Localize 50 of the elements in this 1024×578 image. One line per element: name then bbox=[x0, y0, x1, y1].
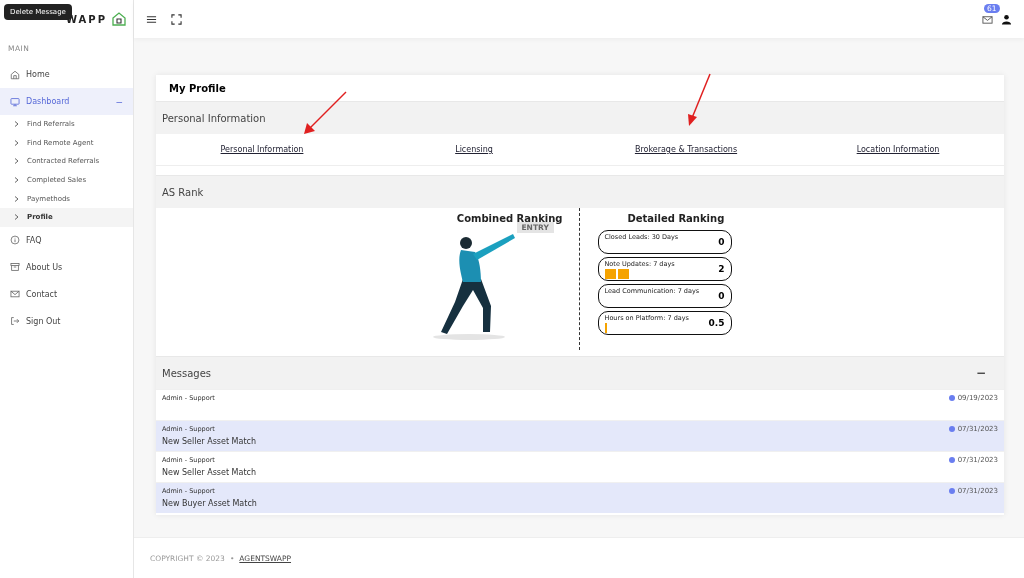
metric-value: 2 bbox=[718, 264, 725, 274]
sidebar-item[interactable]: FAQ bbox=[0, 226, 133, 254]
chevron-icon bbox=[14, 214, 19, 221]
message-subject: New Seller Asset Match bbox=[162, 468, 256, 477]
mail-icon[interactable] bbox=[982, 13, 993, 25]
status-dot bbox=[948, 488, 955, 494]
sidebar-item[interactable]: Dashboard − bbox=[0, 88, 133, 115]
chart-title: Combined Ranking bbox=[456, 213, 563, 224]
sidebar-item[interactable]: Home bbox=[0, 61, 133, 88]
sidebar-item[interactable]: About Us bbox=[0, 253, 133, 281]
section-link[interactable]: Personal Information bbox=[156, 145, 368, 154]
mail-icon bbox=[10, 289, 20, 300]
fullscreen-icon[interactable] bbox=[171, 13, 182, 25]
info-icon bbox=[10, 235, 20, 246]
status-dot bbox=[948, 395, 955, 401]
section-link[interactable]: Licensing bbox=[368, 145, 580, 154]
sign-out-icon bbox=[10, 316, 20, 327]
card-title: My Profile bbox=[168, 82, 227, 96]
home-icon bbox=[10, 69, 20, 80]
chevron-icon bbox=[14, 177, 19, 184]
chevron-icon bbox=[14, 139, 19, 146]
message-subject: New Buyer Asset Match bbox=[162, 499, 257, 508]
monitor-icon bbox=[10, 96, 20, 107]
user-icon[interactable] bbox=[1001, 13, 1012, 25]
menu-icon[interactable] bbox=[146, 13, 157, 25]
progress-blocks bbox=[604, 269, 629, 279]
section-link[interactable]: Location Information bbox=[792, 145, 1004, 154]
section-header: AS Rank bbox=[156, 175, 1004, 208]
sidebar-item[interactable]: Contact bbox=[0, 280, 133, 308]
collapse-toggle[interactable]: − bbox=[975, 366, 986, 380]
chevron-icon bbox=[14, 158, 19, 165]
status-dot bbox=[948, 426, 955, 432]
metric-value: 0.5 bbox=[708, 318, 725, 328]
status-dot bbox=[948, 457, 955, 463]
sidebar-item[interactable]: Sign Out bbox=[0, 307, 133, 335]
chevron-icon bbox=[14, 195, 19, 202]
section-link[interactable]: Brokerage & Transactions bbox=[580, 145, 792, 154]
progress-blocks bbox=[604, 323, 607, 333]
collapse-toggle[interactable]: − bbox=[115, 96, 123, 107]
chevron-icon bbox=[14, 121, 19, 128]
annotation-arrow bbox=[686, 72, 712, 128]
section-title: Messages bbox=[162, 367, 212, 379]
annotation-arrow bbox=[302, 90, 348, 136]
house-logo-icon bbox=[111, 11, 127, 27]
chart-title: Detailed Ranking bbox=[627, 213, 725, 224]
message-subject: New Seller Asset Match bbox=[162, 437, 256, 446]
metric-value: 0 bbox=[718, 291, 725, 301]
archive-icon bbox=[10, 262, 20, 273]
section-header: Personal Information bbox=[156, 101, 1004, 134]
metric-value: 0 bbox=[718, 237, 725, 247]
